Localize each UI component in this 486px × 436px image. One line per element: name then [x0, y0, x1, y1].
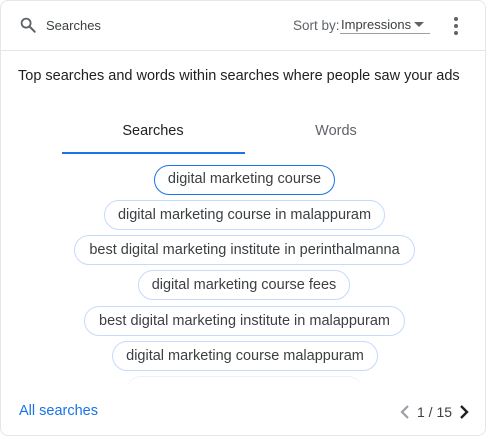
sort-label: Sort by:	[293, 18, 340, 33]
card-title: Searches	[46, 18, 101, 33]
sort-dropdown[interactable]: Impressions	[340, 14, 430, 34]
search-term-chip[interactable]: best digital marketing institute in peri…	[74, 235, 415, 265]
searches-card: Searches Sort by: Impressions Top search…	[0, 0, 486, 436]
pagination-text: 1 / 15	[417, 404, 453, 420]
search-term-chip[interactable]: digital marketing course fees	[138, 270, 350, 300]
search-term-chip[interactable]: digital marketing course malappuram	[112, 341, 378, 371]
all-searches-link[interactable]: All searches	[19, 403, 98, 419]
search-term-chip[interactable]: best digital marketing institute in mala…	[84, 306, 405, 336]
tab-active-indicator	[62, 152, 245, 154]
tab-searches[interactable]: Searches	[62, 123, 244, 153]
card-header: Searches Sort by: Impressions	[1, 1, 485, 51]
search-term-chip[interactable]: digital marketing course in malappuram	[104, 200, 385, 230]
list-fade-overlay	[1, 371, 485, 386]
search-icon	[20, 17, 36, 33]
tab-words[interactable]: Words	[245, 123, 427, 153]
caret-down-icon	[414, 22, 424, 27]
card-description: Top searches and words within searches w…	[18, 68, 460, 84]
more-vert-icon[interactable]	[449, 14, 465, 38]
sort-value: Impressions	[341, 17, 412, 32]
chevron-right-icon[interactable]	[458, 405, 470, 419]
chevron-left-icon[interactable]	[399, 405, 411, 419]
search-term-chip[interactable]: digital marketing course	[154, 165, 335, 195]
search-terms-list: digital marketing course digital marketi…	[1, 164, 485, 386]
